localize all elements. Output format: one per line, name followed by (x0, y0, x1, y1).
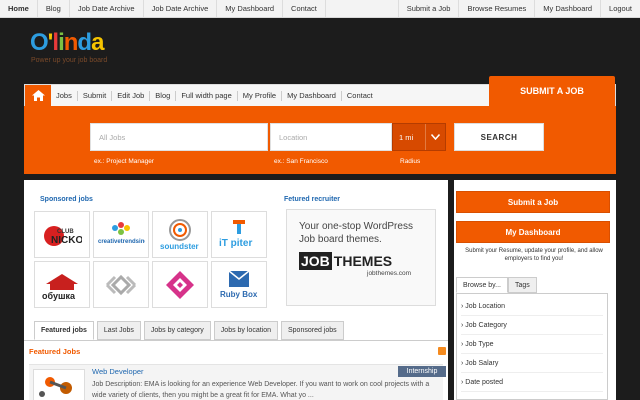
browse-item-label: Job Type (465, 340, 494, 348)
logo-soundster[interactable]: soundster (152, 211, 208, 258)
location-input[interactable]: Location (270, 123, 392, 151)
search-band: All Jobs Location 1 mi SEARCH ex.: Proje… (24, 106, 616, 174)
sidebar-tabs: Browse by... Tags (456, 277, 537, 293)
sidebar-note: Submit your Resume, update your profile,… (465, 248, 603, 262)
jobthemes-logo: JOB THEMES (299, 252, 423, 270)
top-nav-left: Home Blog Job Date Archive Job Date Arch… (0, 0, 326, 17)
svg-text:iT piter: iT piter (219, 238, 252, 249)
featured-jobs-title: Featured Jobs (29, 347, 81, 356)
logo-it-piter[interactable]: iT piter (211, 211, 267, 258)
browse-item-date[interactable]: › Date posted (461, 373, 603, 392)
logo-pink-pattern[interactable] (152, 261, 208, 308)
tab-divider (24, 340, 448, 341)
tab-jobs-by-location[interactable]: Jobs by location (213, 321, 278, 340)
browse-item-type[interactable]: › Job Type (461, 335, 603, 354)
search-button[interactable]: SEARCH (454, 123, 544, 151)
logo-diamond[interactable] (93, 261, 149, 308)
top-link-job-date-archive-2[interactable]: Job Date Archive (144, 0, 218, 17)
sidebar-submit-job-button[interactable]: Submit a Job (456, 191, 610, 213)
top-link-browse-resumes[interactable]: Browse Resumes (458, 0, 534, 17)
top-link-blog[interactable]: Blog (38, 0, 70, 17)
tab-tags[interactable]: Tags (508, 277, 537, 293)
job-row[interactable]: Web Developer Internship Job Description… (29, 364, 446, 400)
top-link-my-dashboard[interactable]: My Dashboard (217, 0, 284, 17)
site-logo[interactable]: O'linda (30, 30, 104, 56)
job-tabs: Featured jobs Last Jobs Jobs by category… (34, 321, 344, 340)
radius-hint: Radius (400, 158, 421, 165)
svg-text:creativetrendsinc: creativetrendsinc (98, 239, 145, 245)
featured-recruiter-banner[interactable]: Your one-stop WordPress Job board themes… (286, 209, 436, 306)
logo-ruby-box[interactable]: Ruby Box (211, 261, 267, 308)
tab-browse-by[interactable]: Browse by... (456, 277, 508, 293)
location-hint: ex.: San Francisco (274, 158, 328, 165)
browse-item-salary[interactable]: › Job Salary (461, 354, 603, 373)
sidebar: Submit a Job My Dashboard Submit your Re… (454, 180, 616, 400)
browse-item-label: Date posted (465, 378, 504, 386)
browse-item-label: Job Salary (465, 359, 499, 367)
featured-recruiter-heading: Fetured recruiter (284, 196, 341, 203)
top-link-logout[interactable]: Logout (600, 0, 640, 17)
svg-text:обушка: обушка (42, 291, 76, 301)
top-link-contact[interactable]: Contact (283, 0, 326, 17)
tab-jobs-by-category[interactable]: Jobs by category (143, 321, 211, 340)
rss-icon[interactable] (438, 347, 446, 355)
brand-job: JOB (299, 252, 332, 270)
logo-creativetrends[interactable]: creativetrendsinc (93, 211, 149, 258)
content-panel: Sponsored jobs CLUB NICKO creativetrendsi… (24, 180, 448, 400)
tab-last-jobs[interactable]: Last Jobs (96, 321, 141, 340)
nav-my-profile[interactable]: My Profile (238, 90, 283, 101)
chevron-down-icon (425, 124, 445, 150)
home-icon[interactable] (25, 85, 51, 106)
site-tagline: Power up your job board (31, 57, 108, 64)
jobs-search-input[interactable]: All Jobs (90, 123, 268, 151)
job-type-badge: Internship (398, 366, 446, 377)
brand-themes: THEMES (333, 253, 393, 269)
nav-full-width[interactable]: Full width page (176, 90, 238, 101)
logo-club-nicko[interactable]: CLUB NICKO (34, 211, 90, 258)
job-description: Job Description: EMA is looking for an e… (92, 381, 430, 399)
banner-line-2: Job board themes. (299, 234, 382, 245)
top-link-job-date-archive[interactable]: Job Date Archive (70, 0, 144, 17)
nav-jobs[interactable]: Jobs (51, 90, 78, 101)
nav-edit-job[interactable]: Edit Job (112, 90, 151, 101)
svg-text:soundster: soundster (160, 242, 199, 251)
tab-featured-jobs[interactable]: Featured jobs (34, 321, 94, 340)
nav-blog[interactable]: Blog (150, 90, 177, 101)
browse-item-label: Job Location (465, 302, 505, 310)
sponsored-logos: CLUB NICKO creativetrendsinc soundster iT… (34, 211, 267, 308)
browse-item-location[interactable]: › Job Location (461, 297, 603, 316)
browse-item-category[interactable]: › Job Category (461, 316, 603, 335)
top-link-home[interactable]: Home (0, 0, 38, 17)
browse-item-label: Job Category (465, 321, 507, 329)
sponsored-heading: Sponsored jobs (40, 196, 93, 203)
tab-sponsored-jobs[interactable]: Sponsored jobs (281, 321, 344, 340)
nav-my-dashboard[interactable]: My Dashboard (282, 90, 342, 101)
top-link-dashboard[interactable]: My Dashboard (534, 0, 600, 17)
top-bar: Home Blog Job Date Archive Job Date Arch… (0, 0, 640, 18)
job-title-link[interactable]: Web Developer (92, 367, 144, 376)
radius-value: 1 mi (399, 132, 414, 142)
logo-obushka[interactable]: обушка (34, 261, 90, 308)
nav-submit[interactable]: Submit (78, 90, 113, 101)
radius-select[interactable]: 1 mi (392, 123, 446, 151)
top-nav-right: Submit a Job Browse Resumes My Dashboard… (397, 0, 640, 17)
sidebar-dashboard-button[interactable]: My Dashboard (456, 221, 610, 243)
top-link-submit-job[interactable]: Submit a Job (397, 0, 459, 17)
brand-url: jobthemes.com (367, 270, 412, 277)
svg-text:NICKO: NICKO (51, 235, 82, 246)
submit-job-tab[interactable]: SUBMIT A JOB (489, 76, 615, 106)
nav-contact[interactable]: Contact (342, 91, 378, 101)
banner-line-1: Your one-stop WordPress (299, 221, 413, 232)
job-thumbnail (33, 369, 85, 400)
jobs-hint: ex.: Project Manager (94, 158, 154, 165)
browse-list: › Job Location › Job Category › Job Type… (456, 293, 608, 400)
svg-text:Ruby Box: Ruby Box (220, 290, 258, 299)
